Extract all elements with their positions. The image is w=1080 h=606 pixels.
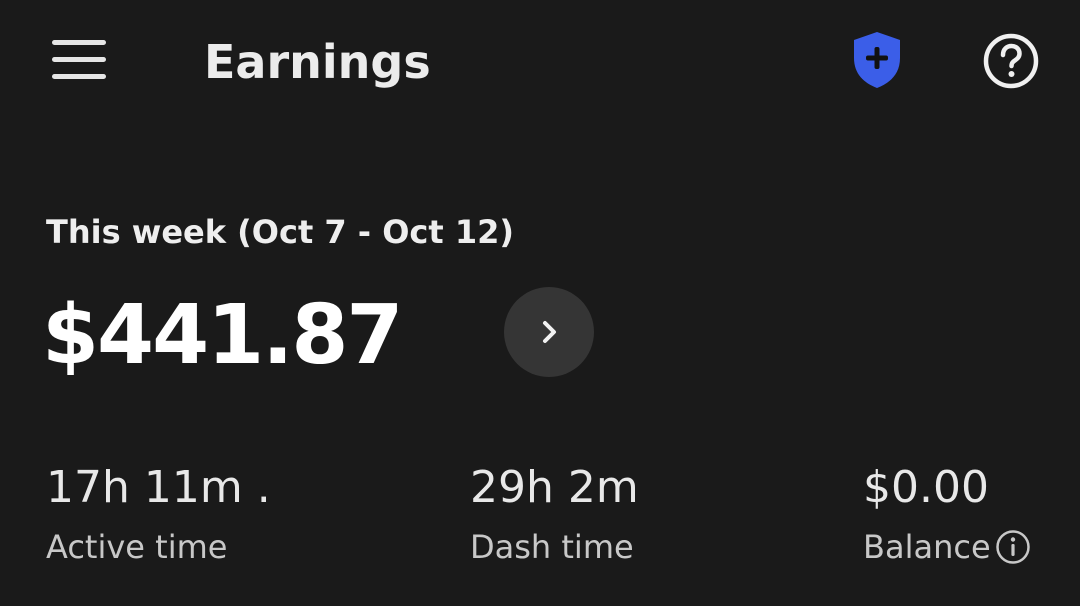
active-time-label-text: Active time: [46, 528, 228, 566]
app-header: Earnings: [0, 0, 1080, 124]
question-mark-circle-icon[interactable]: [983, 33, 1039, 89]
dash-time-value: 29h 2m: [470, 462, 639, 513]
page-title: Earnings: [204, 35, 431, 89]
balance-label-text: Balance: [863, 528, 991, 566]
dash-time-label: Dash time: [470, 524, 639, 570]
active-time-stat: 17h 11m . Active time: [46, 458, 271, 570]
chevron-right-icon: [543, 321, 556, 343]
balance-value: $0.00: [863, 462, 989, 513]
info-circle-icon[interactable]: [995, 529, 1031, 565]
balance-label: Balance: [863, 524, 1031, 570]
balance-stat: $0.00 Balance: [863, 458, 1031, 570]
dash-time-label-text: Dash time: [470, 528, 634, 566]
hamburger-menu-icon[interactable]: [52, 40, 106, 80]
earnings-details-button[interactable]: [504, 287, 594, 377]
dash-time-stat: 29h 2m Dash time: [470, 458, 639, 570]
shield-plus-icon[interactable]: [850, 30, 904, 90]
active-time-label: Active time: [46, 524, 271, 570]
week-range-label: This week (Oct 7 - Oct 12): [46, 213, 514, 251]
active-time-value: 17h 11m .: [46, 462, 271, 513]
weekly-earnings-amount: $441.87: [42, 288, 403, 383]
